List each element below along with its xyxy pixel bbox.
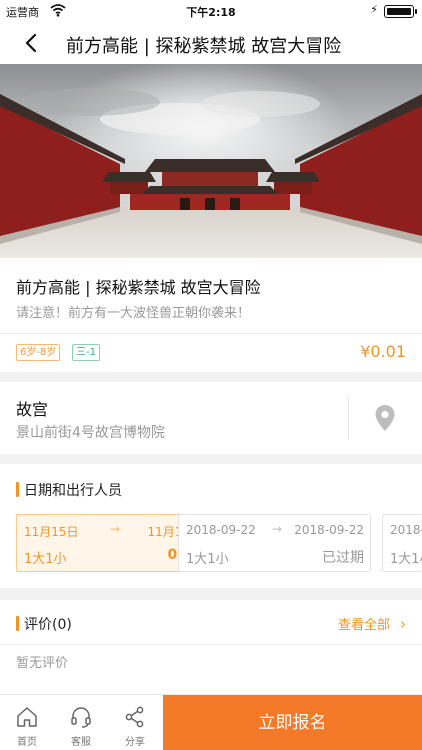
date-option[interactable]: 2018-09-22 → 2018-09-22 1大1小 已过期 [178, 514, 371, 572]
location-name: 故宫 [16, 400, 49, 419]
divider [348, 396, 349, 440]
section-title: 评价(0) [16, 614, 72, 634]
date-status: 已过期 [322, 550, 364, 566]
date-people: 1大1小 [390, 552, 422, 567]
battery-icon [384, 5, 417, 18]
headset-icon [71, 707, 91, 728]
signup-button[interactable]: 立即报名 [163, 695, 422, 750]
home-label: 首页 [17, 737, 37, 748]
bottom-bar: 首页 客服 分享 立即报名 [0, 694, 422, 750]
hero-image [0, 64, 422, 258]
empty-reviews-text: 暂无评价 [16, 656, 69, 671]
divider [0, 333, 422, 334]
price-label: ¥0.01 [360, 342, 406, 361]
date-people: 1大1小 [186, 552, 229, 567]
status-bar: 运营商 下午2:18 ⚡ [0, 0, 422, 22]
bolt-icon: ⚡ [370, 3, 378, 16]
location-address: 景山前街4号故宫博物院 [16, 425, 165, 441]
back-button[interactable] [18, 30, 48, 56]
reviews-section: 评价(0) 查看全部 › 暂无评价 [0, 600, 422, 694]
grade-tag: 三-1 [72, 344, 100, 361]
activity-info-card: 前方高能 | 探秘紫禁城 故宫大冒险 请注意！前方有一大波怪兽正朝你袭来！ 6岁… [0, 258, 422, 372]
map-pin-icon[interactable] [374, 404, 396, 432]
page-title: 前方高能 | 探秘紫禁城 故宫大冒险 [66, 36, 342, 57]
share-button[interactable]: 分享 [108, 695, 162, 750]
nav-bar: 前方高能 | 探秘紫禁城 故宫大冒险 [0, 22, 422, 64]
customer-service-button[interactable]: 客服 [54, 695, 108, 750]
date-people: 1大1小 [24, 552, 67, 567]
palace-illustration [0, 64, 422, 258]
age-tag: 6岁-8岁 [16, 344, 61, 361]
location-card[interactable]: 故宫 景山前街4号故宫博物院 [0, 382, 422, 454]
home-icon [17, 707, 37, 727]
arrow-right-icon: → [110, 522, 121, 536]
activity-description: 请注意！前方有一大波怪兽正朝你袭来！ [16, 306, 251, 321]
section-title: 日期和出行人员 [16, 480, 122, 500]
chevron-left-icon [25, 33, 37, 53]
divider [0, 644, 422, 645]
date-start: 2018-09-22 [186, 523, 256, 537]
date-end: 2018-09-22 [294, 523, 364, 537]
share-icon [125, 706, 144, 728]
service-label: 客服 [71, 737, 91, 748]
activity-title: 前方高能 | 探秘紫禁城 故宫大冒险 [16, 278, 261, 297]
view-all-link[interactable]: 查看全部 › [338, 614, 406, 633]
view-all-label: 查看全部 [337, 618, 390, 633]
share-label: 分享 [125, 737, 145, 748]
date-start: 2018- [390, 523, 422, 537]
dates-section: 日期和出行人员 11月15日 → 11月16日 1大1小 0.01 2018-0… [0, 464, 422, 588]
arrow-right-icon: → [272, 522, 283, 536]
status-time: 下午2:18 [186, 6, 236, 19]
chevron-right-icon: › [400, 615, 406, 633]
date-option[interactable]: 2018- 1大1小 [382, 514, 422, 572]
date-start: 11月15日 [24, 525, 79, 539]
home-button[interactable]: 首页 [0, 695, 54, 750]
